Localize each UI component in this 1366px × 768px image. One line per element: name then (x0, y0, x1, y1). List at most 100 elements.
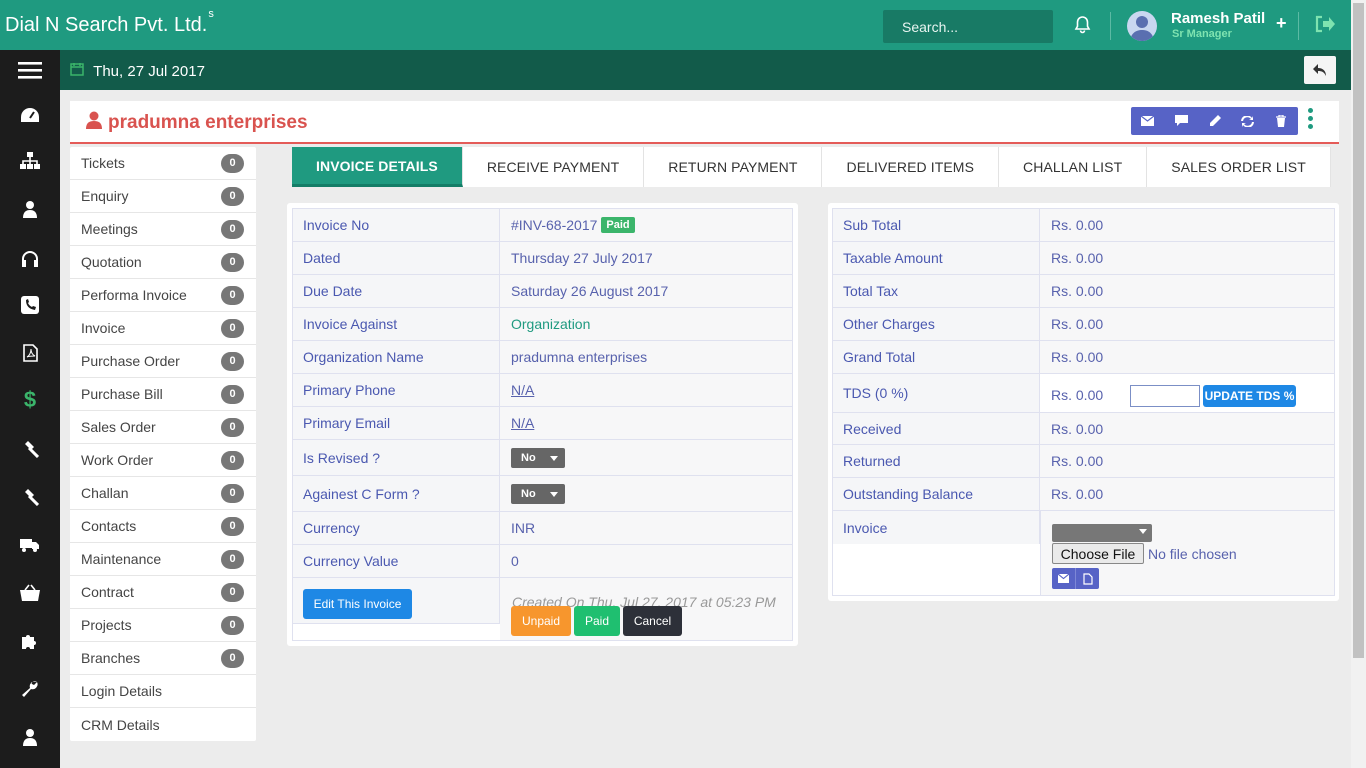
menu-item-label: Sales Order (81, 419, 156, 435)
gavel-icon[interactable] (0, 427, 60, 471)
count-badge: 0 (221, 450, 244, 470)
comment-icon[interactable] (1164, 107, 1197, 135)
count-badge: 0 (221, 615, 244, 635)
menu-item-tickets[interactable]: Tickets 0 (70, 147, 256, 180)
unpaid-button[interactable]: Unpaid (511, 606, 571, 636)
phone-link[interactable]: N/A (511, 382, 534, 398)
menu-item-sales-order[interactable]: Sales Order 0 (70, 411, 256, 444)
wrench-icon[interactable] (0, 667, 60, 711)
phone-icon[interactable] (0, 283, 60, 327)
tab-sales-order-list[interactable]: SALES ORDER LIST (1147, 147, 1331, 187)
update-tds-button[interactable]: UPDATE TDS % (1203, 385, 1296, 407)
trash-icon[interactable] (1265, 107, 1298, 135)
brand-text: Dial N Search Pvt. Ltd. (5, 14, 208, 36)
customer-name[interactable]: pradumna enterprises (108, 112, 308, 134)
basket-icon[interactable] (0, 571, 60, 615)
invoice-action-group (1052, 568, 1099, 589)
menu-item-purchase-order[interactable]: Purchase Order 0 (70, 345, 256, 378)
count-badge: 0 (221, 252, 244, 272)
pdf-file-icon[interactable] (0, 331, 60, 375)
dollar-icon[interactable]: $ (0, 378, 60, 422)
email-icon[interactable] (1052, 568, 1075, 589)
tab-delivered-items[interactable]: DELIVERED ITEMS (822, 147, 1000, 187)
is-revised-select[interactable]: No (511, 447, 565, 468)
dashboard-icon[interactable] (0, 93, 60, 137)
choose-file-button[interactable]: Choose File (1052, 543, 1144, 564)
menu-item-crm-details[interactable]: CRM Details (70, 708, 256, 741)
table-row: Outstanding Balance Rs. 0.00 (833, 478, 1334, 511)
menu-item-purchase-bill[interactable]: Purchase Bill 0 (70, 378, 256, 411)
menu-item-work-order[interactable]: Work Order 0 (70, 444, 256, 477)
menu-item-label: Branches (81, 650, 141, 666)
search-input[interactable]: Search... (883, 10, 1053, 43)
tab-invoice-details[interactable]: INVOICE DETAILS (292, 147, 463, 187)
field-value: pradumna enterprises (500, 341, 792, 373)
brand-title[interactable]: Dial N Search Pvt. Ltd.s (5, 8, 214, 37)
avatar[interactable] (1127, 11, 1157, 41)
bell-icon[interactable] (1074, 16, 1091, 37)
puzzle-icon[interactable] (0, 619, 60, 663)
menu-item-invoice[interactable]: Invoice 0 (70, 312, 256, 345)
cancel-button[interactable]: Cancel (623, 606, 682, 636)
menu-item-label: Meetings (81, 221, 138, 237)
tds-input[interactable] (1130, 385, 1200, 407)
table-row: Invoice (833, 511, 1040, 544)
field-label: Sub Total (833, 209, 1040, 241)
menu-item-quotation[interactable]: Quotation 0 (70, 246, 256, 279)
edit-invoice-button[interactable]: Edit This Invoice (303, 589, 412, 619)
sitemap-icon[interactable] (0, 139, 60, 183)
count-badge: 0 (221, 582, 244, 602)
logout-icon[interactable] (1315, 15, 1335, 36)
field-label: Primary Email (293, 407, 500, 439)
field-value: INR (500, 512, 792, 544)
email-icon[interactable] (1131, 107, 1164, 135)
tab-challan-list[interactable]: CHALLAN LIST (999, 147, 1148, 187)
totals-table: Sub Total Rs. 0.00 Taxable Amount Rs. 0.00… (832, 208, 1335, 596)
table-row: Due Date Saturday 26 August 2017 (293, 275, 792, 308)
menu-item-label: Contacts (81, 518, 137, 534)
tab-receive-payment[interactable]: RECEIVE PAYMENT (463, 147, 645, 187)
menu-item-performa-invoice[interactable]: Performa Invoice 0 (70, 279, 256, 312)
menu-item-contract[interactable]: Contract 0 (70, 576, 256, 609)
count-badge: 0 (221, 417, 244, 437)
menu-item-maintenance[interactable]: Maintenance 0 (70, 543, 256, 576)
paid-button[interactable]: Paid (574, 606, 620, 636)
totals-panel: Sub Total Rs. 0.00 Taxable Amount Rs. 0.00… (828, 203, 1339, 601)
gavel-icon[interactable] (0, 475, 60, 519)
invoice-template-select[interactable] (1052, 524, 1152, 542)
field-label: Other Charges (833, 308, 1040, 340)
back-button[interactable] (1304, 56, 1336, 84)
menu-item-meetings[interactable]: Meetings 0 (70, 213, 256, 246)
more-options-icon[interactable] (1308, 108, 1314, 132)
table-row: Returned Rs. 0.00 (833, 445, 1334, 478)
menu-item-branches[interactable]: Branches 0 (70, 642, 256, 675)
truck-icon[interactable] (0, 523, 60, 567)
menu-item-label: Challan (81, 485, 129, 501)
menu-item-contacts[interactable]: Contacts 0 (70, 510, 256, 543)
tab-return-payment[interactable]: RETURN PAYMENT (644, 147, 823, 187)
menu-item-challan[interactable]: Challan 0 (70, 477, 256, 510)
menu-item-enquiry[interactable]: Enquiry 0 (70, 180, 256, 213)
menu-item-projects[interactable]: Projects 0 (70, 609, 256, 642)
hamburger-menu-icon[interactable] (0, 50, 60, 90)
scrollbar[interactable] (1351, 0, 1366, 768)
menu-item-login-details[interactable]: Login Details (70, 675, 256, 708)
field-value: Rs. 0.00 (1040, 275, 1334, 307)
email-link[interactable]: N/A (511, 415, 534, 431)
invoice-details-panel: Invoice No #INV-68-2017 Paid Dated Thursday… (287, 203, 798, 646)
table-row: Currency INR (293, 512, 792, 545)
invoice-number: #INV-68-2017 (511, 217, 598, 233)
scrollbar-thumb[interactable] (1353, 3, 1364, 658)
edit-icon[interactable] (1198, 107, 1231, 135)
profile-icon[interactable] (0, 715, 60, 759)
pdf-file-icon[interactable] (1075, 568, 1099, 589)
field-value: No (500, 440, 792, 475)
refresh-icon[interactable] (1231, 107, 1264, 135)
user-icon[interactable] (0, 187, 60, 231)
divider (1110, 12, 1111, 40)
headphones-icon[interactable] (0, 237, 60, 281)
c-form-select[interactable]: No (511, 483, 565, 504)
table-row: Currency Value 0 (293, 545, 792, 578)
plus-icon[interactable]: + (1276, 13, 1287, 34)
count-badge: 0 (221, 285, 244, 305)
